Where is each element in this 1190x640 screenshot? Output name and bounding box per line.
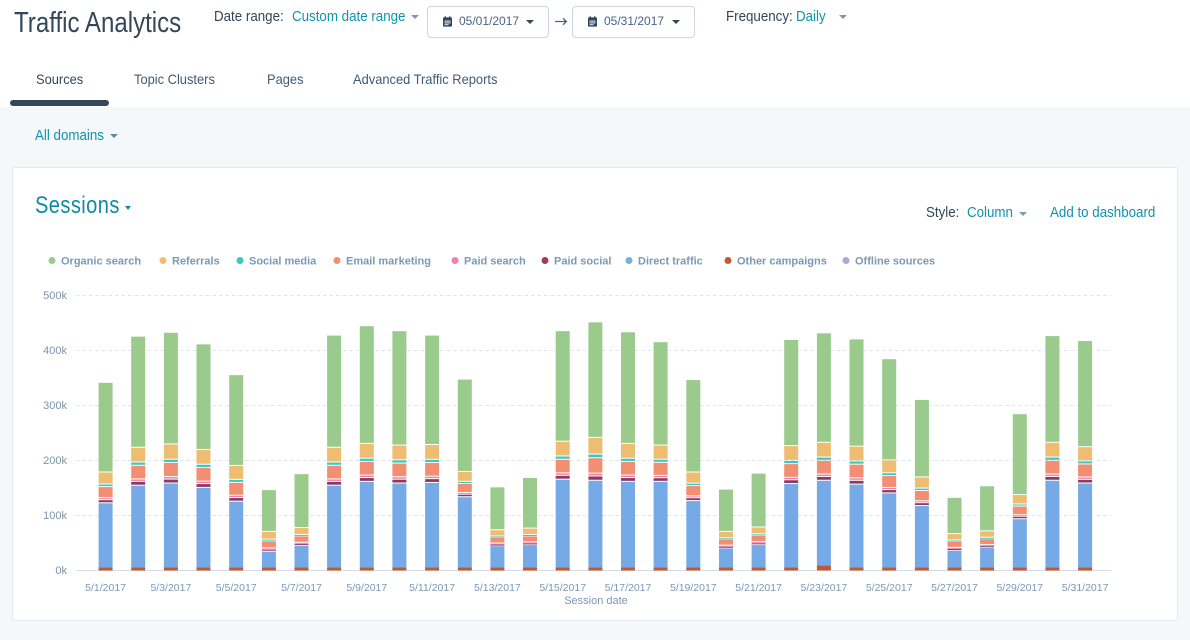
svg-text:200k: 200k [43, 455, 67, 467]
svg-text:500k: 500k [43, 290, 67, 302]
svg-text:100k: 100k [43, 510, 67, 522]
svg-text:400k: 400k [43, 345, 67, 357]
svg-text:0k: 0k [55, 565, 67, 577]
svg-text:5/27/2017: 5/27/2017 [931, 582, 978, 594]
svg-text:Social media: Social media [249, 256, 317, 268]
svg-text:Direct traffic: Direct traffic [638, 256, 703, 268]
svg-text:300k: 300k [43, 400, 67, 412]
svg-text:5/5/2017: 5/5/2017 [216, 582, 257, 594]
svg-text:5/21/2017: 5/21/2017 [735, 582, 782, 594]
svg-text:Session date: Session date [564, 595, 628, 607]
svg-text:Paid search: Paid search [464, 256, 526, 268]
svg-text:5/7/2017: 5/7/2017 [281, 582, 322, 594]
svg-text:Organic search: Organic search [61, 256, 141, 268]
svg-text:5/15/2017: 5/15/2017 [539, 582, 586, 594]
svg-text:5/19/2017: 5/19/2017 [670, 582, 717, 594]
svg-text:Email marketing: Email marketing [346, 256, 431, 268]
svg-text:5/17/2017: 5/17/2017 [605, 582, 652, 594]
svg-text:Paid social: Paid social [554, 256, 611, 268]
svg-text:5/23/2017: 5/23/2017 [801, 582, 848, 594]
svg-text:5/31/2017: 5/31/2017 [1062, 582, 1109, 594]
svg-text:5/25/2017: 5/25/2017 [866, 582, 913, 594]
svg-text:5/11/2017: 5/11/2017 [409, 582, 455, 594]
svg-text:Referrals: Referrals [172, 256, 220, 268]
svg-text:5/1/2017: 5/1/2017 [85, 582, 126, 594]
svg-text:Other campaigns: Other campaigns [737, 256, 827, 268]
svg-text:5/3/2017: 5/3/2017 [150, 582, 191, 594]
svg-text:5/29/2017: 5/29/2017 [996, 582, 1043, 594]
svg-text:5/13/2017: 5/13/2017 [474, 582, 521, 594]
svg-text:Offline sources: Offline sources [855, 256, 935, 268]
svg-text:5/9/2017: 5/9/2017 [346, 582, 387, 594]
